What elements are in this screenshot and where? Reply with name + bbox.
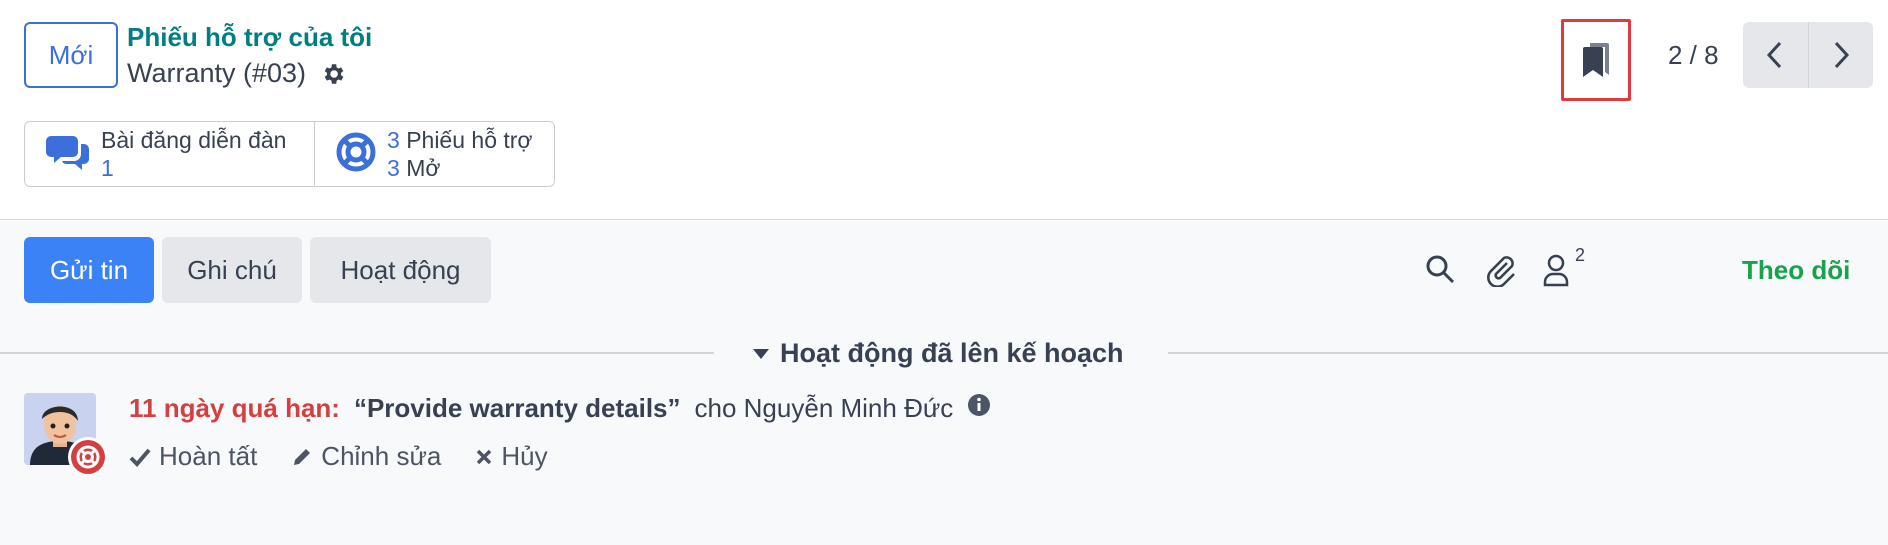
follow-button[interactable]: Theo dõi (1742, 255, 1850, 286)
pager-buttons (1743, 22, 1873, 88)
new-button[interactable]: Mới (24, 22, 118, 88)
open-label: Mở (406, 155, 441, 181)
planned-activities-title: Hoạt động đã lên kế hoạch (780, 338, 1124, 368)
pager-previous-button[interactable] (1743, 22, 1808, 88)
chevron-right-icon (1834, 41, 1849, 69)
followers-button[interactable]: 2 (1542, 245, 1585, 292)
edit-button[interactable]: Chỉnh sửa (291, 441, 441, 472)
activity-overdue: 11 ngày quá hạn: (129, 393, 340, 423)
activity-assignee: cho Nguyễn Minh Đức (694, 393, 954, 423)
divider (0, 352, 714, 354)
breadcrumb-link[interactable]: Phiếu hỗ trợ của tôi (127, 22, 372, 53)
search-icon[interactable] (1424, 253, 1456, 290)
check-icon (129, 448, 151, 467)
chevron-left-icon (1767, 41, 1782, 69)
close-icon (477, 449, 492, 464)
mark-done-label: Hoàn tất (159, 441, 258, 471)
bookmark-icon[interactable] (1561, 19, 1631, 101)
smart-button-count: 1 (101, 155, 114, 181)
gear-icon[interactable] (320, 61, 346, 87)
smart-button-tickets[interactable]: 3 Phiếu hỗ trợ 3 Mở (314, 122, 554, 186)
record-title-text: Warranty (#03) (127, 58, 307, 88)
user-icon (1543, 254, 1569, 287)
record-title: Warranty (#03) (127, 58, 346, 89)
lifebuoy-icon (335, 131, 377, 178)
activity-type-badge (68, 437, 108, 477)
activity-summary: “Provide warranty details” (353, 393, 681, 423)
pager-next-button[interactable] (1807, 22, 1873, 88)
smart-button-text: Bài đăng diễn đàn 1 (101, 126, 286, 182)
send-message-button[interactable]: Gửi tin (24, 237, 154, 303)
smart-button-forum-posts[interactable]: Bài đăng diễn đàn 1 (25, 122, 314, 186)
cancel-label: Hủy (501, 441, 548, 471)
edit-label: Chỉnh sửa (321, 441, 442, 471)
activity-line: 11 ngày quá hạn: “Provide warranty detai… (129, 393, 991, 424)
open-count: 3 (387, 155, 400, 181)
tickets-label: Phiếu hỗ trợ (406, 127, 533, 153)
smart-button-label: Bài đăng diễn đàn (101, 127, 287, 153)
caret-down-icon (753, 348, 769, 359)
lifebuoy-icon (71, 440, 105, 474)
activity-actions: Hoàn tất Chỉnh sửa Hủy (129, 441, 548, 472)
smart-buttons: Bài đăng diễn đàn 1 3 Phiếu hỗ trợ 3 Mở (24, 121, 555, 187)
pencil-icon (294, 448, 311, 465)
planned-activities-toggle[interactable]: Hoạt động đã lên kế hoạch (752, 338, 1124, 369)
mark-done-button[interactable]: Hoàn tất (129, 441, 257, 472)
followers-count: 2 (1575, 245, 1586, 265)
divider (1168, 352, 1888, 354)
pager-value[interactable]: 2 / 8 (1668, 40, 1719, 71)
log-note-button[interactable]: Ghi chú (162, 237, 302, 303)
activities-button[interactable]: Hoạt động (310, 237, 491, 303)
comments-icon (45, 132, 91, 177)
chatter: Gửi tin Ghi chú Hoạt động 2 Theo dõi Hoạ… (0, 221, 1888, 545)
control-panel: Mới Phiếu hỗ trợ của tôi Warranty (#03) … (0, 0, 1888, 220)
info-icon[interactable] (967, 393, 991, 424)
smart-button-text: 3 Phiếu hỗ trợ 3 Mở (387, 126, 533, 182)
paperclip-icon[interactable] (1485, 253, 1517, 292)
cancel-button[interactable]: Hủy (475, 441, 548, 472)
tickets-count: 3 (387, 127, 400, 153)
